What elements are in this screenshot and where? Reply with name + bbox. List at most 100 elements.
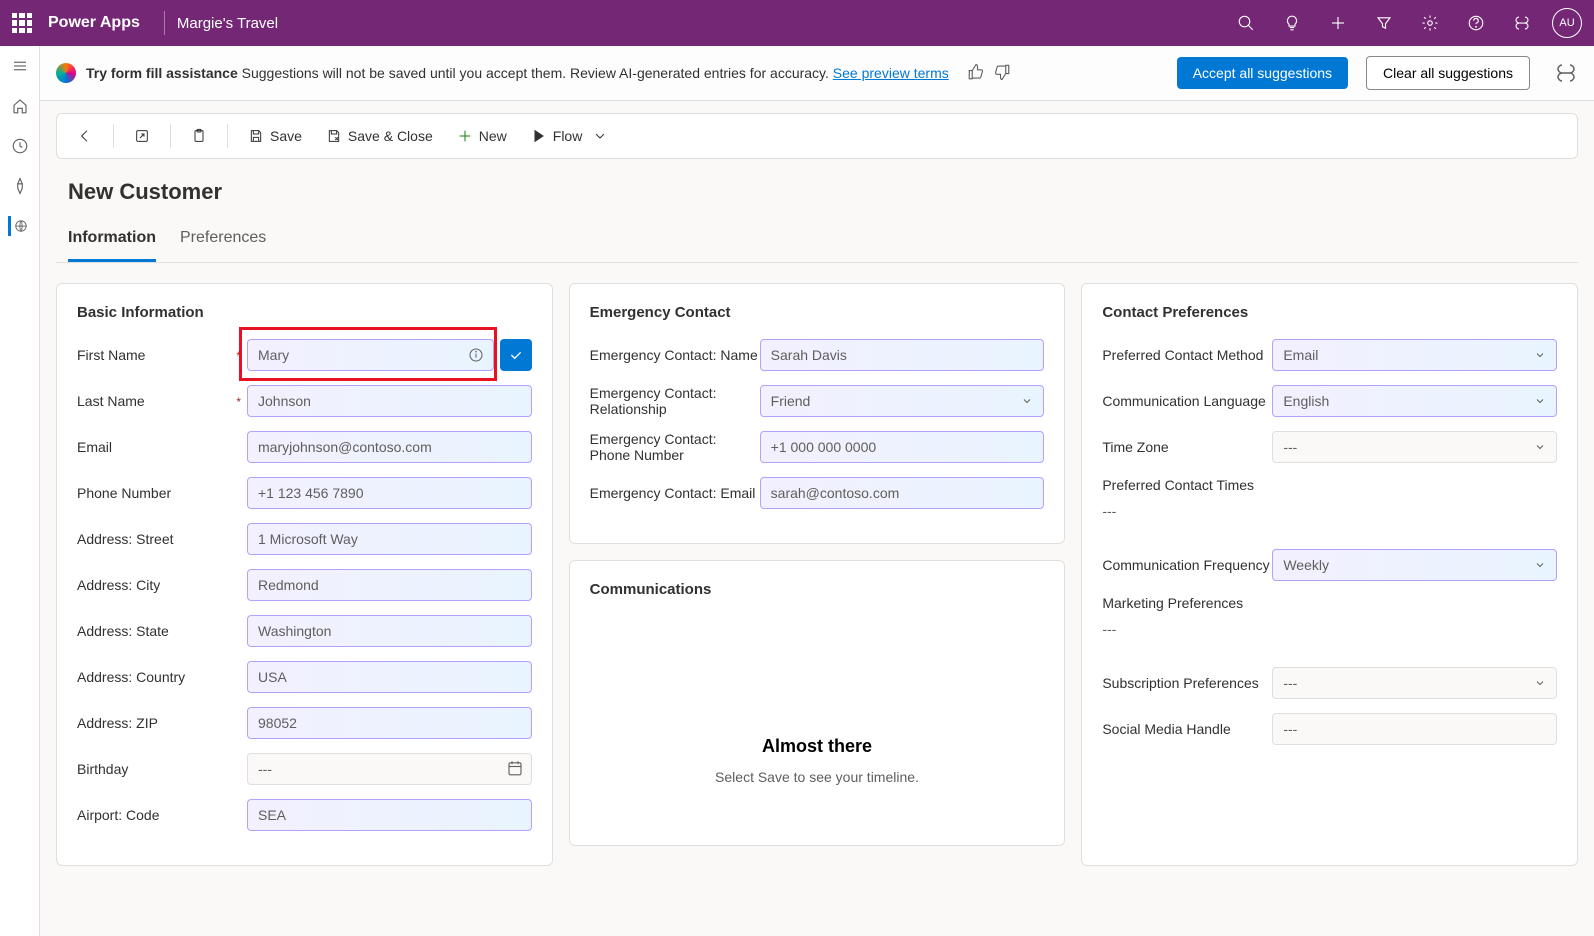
tab-preferences[interactable]: Preferences — [180, 229, 266, 262]
field-label: Address: Street — [77, 531, 247, 547]
field-label: Address: ZIP — [77, 715, 247, 731]
field-label: Emergency Contact: Email — [590, 485, 760, 501]
nav-globe-icon[interactable] — [8, 216, 28, 236]
section-title: Contact Preferences — [1102, 304, 1557, 321]
field-label: Phone Number — [77, 485, 247, 501]
field-label: Emergency Contact: Name — [590, 347, 760, 363]
chevron-down-icon — [1534, 349, 1546, 361]
lightbulb-icon[interactable] — [1276, 7, 1308, 39]
field-label: Address: State — [77, 623, 247, 639]
new-button[interactable]: New — [449, 122, 515, 150]
state-input[interactable] — [247, 615, 532, 647]
preview-terms-link[interactable]: See preview terms — [833, 65, 949, 81]
open-record-button[interactable] — [126, 122, 158, 150]
field-label: Preferred Contact Times — [1102, 477, 1557, 493]
field-label: Marketing Preferences — [1102, 595, 1557, 611]
back-button[interactable] — [69, 122, 101, 150]
country-input[interactable] — [247, 661, 532, 693]
info-icon[interactable] — [468, 347, 484, 363]
timezone-select[interactable]: --- — [1272, 431, 1557, 463]
zip-input[interactable] — [247, 707, 532, 739]
emergency-phone-input[interactable] — [760, 431, 1045, 463]
nav-pin-icon[interactable] — [10, 176, 30, 196]
emergency-email-input[interactable] — [760, 477, 1045, 509]
social-input[interactable] — [1272, 713, 1557, 745]
calendar-icon[interactable] — [506, 759, 524, 777]
banner-text: Try form fill assistance Suggestions wil… — [86, 65, 949, 81]
email-input[interactable] — [247, 431, 532, 463]
app-name: Power Apps — [48, 14, 140, 32]
communications-card: Communications Almost there Select Save … — [569, 560, 1066, 846]
subscription-select[interactable]: --- — [1272, 667, 1557, 699]
marketing-value[interactable]: --- — [1102, 615, 1557, 643]
frequency-select[interactable]: Weekly — [1272, 549, 1557, 581]
environment-name: Margie's Travel — [177, 15, 278, 32]
street-input[interactable] — [247, 523, 532, 555]
field-label: Subscription Preferences — [1102, 675, 1272, 691]
airport-input[interactable] — [247, 799, 532, 831]
last-name-input[interactable] — [247, 385, 532, 417]
field-label: Birthday — [77, 761, 247, 777]
nav-recent-icon[interactable] — [10, 136, 30, 156]
language-select[interactable]: English — [1272, 385, 1557, 417]
field-label: Airport: Code — [77, 807, 247, 823]
help-icon[interactable] — [1460, 7, 1492, 39]
accept-all-button[interactable]: Accept all suggestions — [1177, 57, 1348, 89]
accept-suggestion-button[interactable] — [500, 339, 532, 371]
birthday-input[interactable] — [247, 753, 532, 785]
field-label: Social Media Handle — [1102, 721, 1272, 737]
flow-button[interactable]: Flow — [523, 122, 617, 150]
nav-menu-icon[interactable] — [10, 56, 30, 76]
chevron-down-icon — [1534, 441, 1546, 453]
emergency-contact-card: Emergency Contact Emergency Contact: Nam… — [569, 283, 1066, 544]
thumbs-up-icon[interactable] — [967, 63, 987, 83]
clear-all-button[interactable]: Clear all suggestions — [1366, 56, 1530, 90]
copilot-header-icon[interactable] — [1506, 7, 1538, 39]
chevron-down-icon — [1534, 559, 1546, 571]
empty-text: Select Save to see your timeline. — [610, 769, 1025, 785]
copilot-badge-icon — [56, 63, 76, 83]
save-button[interactable]: Save — [240, 122, 310, 150]
settings-icon[interactable] — [1414, 7, 1446, 39]
chevron-down-icon — [1021, 395, 1033, 407]
first-name-input[interactable] — [247, 339, 494, 371]
nav-home-icon[interactable] — [10, 96, 30, 116]
field-label: Last Name — [77, 393, 247, 409]
field-label: Address: City — [77, 577, 247, 593]
emergency-relationship-select[interactable]: Friend — [760, 385, 1045, 417]
section-title: Basic Information — [77, 304, 532, 321]
page-title: New Customer — [56, 159, 1578, 229]
copilot-panel-icon[interactable] — [1554, 61, 1578, 85]
clipboard-button[interactable] — [183, 122, 215, 150]
chevron-down-icon — [1534, 677, 1546, 689]
field-label: Communication Language — [1102, 393, 1272, 409]
field-label: Emergency Contact: Relationship — [590, 385, 760, 417]
filter-icon[interactable] — [1368, 7, 1400, 39]
user-avatar[interactable]: AU — [1552, 8, 1582, 38]
tab-information[interactable]: Information — [68, 229, 156, 262]
field-label: Time Zone — [1102, 439, 1272, 455]
app-launcher-icon[interactable] — [12, 13, 32, 33]
field-label: First Name — [77, 347, 247, 363]
emergency-name-input[interactable] — [760, 339, 1045, 371]
contact-times-value[interactable]: --- — [1102, 497, 1557, 525]
field-label: Email — [77, 439, 247, 455]
section-title: Emergency Contact — [590, 304, 1045, 321]
phone-input[interactable] — [247, 477, 532, 509]
empty-title: Almost there — [610, 736, 1025, 757]
contact-preferences-card: Contact Preferences Preferred Contact Me… — [1081, 283, 1578, 866]
field-label: Emergency Contact: Phone Number — [590, 431, 760, 463]
section-title: Communications — [590, 581, 1045, 598]
save-close-button[interactable]: Save & Close — [318, 122, 441, 150]
chevron-down-icon — [1534, 395, 1546, 407]
field-label: Communication Frequency — [1102, 557, 1272, 573]
city-input[interactable] — [247, 569, 532, 601]
field-label: Preferred Contact Method — [1102, 347, 1272, 363]
divider — [164, 11, 165, 35]
contact-method-select[interactable]: Email — [1272, 339, 1557, 371]
thumbs-down-icon[interactable] — [993, 63, 1013, 83]
add-icon[interactable] — [1322, 7, 1354, 39]
search-icon[interactable] — [1230, 7, 1262, 39]
basic-information-card: Basic Information First Name — [56, 283, 553, 866]
field-label: Address: Country — [77, 669, 247, 685]
